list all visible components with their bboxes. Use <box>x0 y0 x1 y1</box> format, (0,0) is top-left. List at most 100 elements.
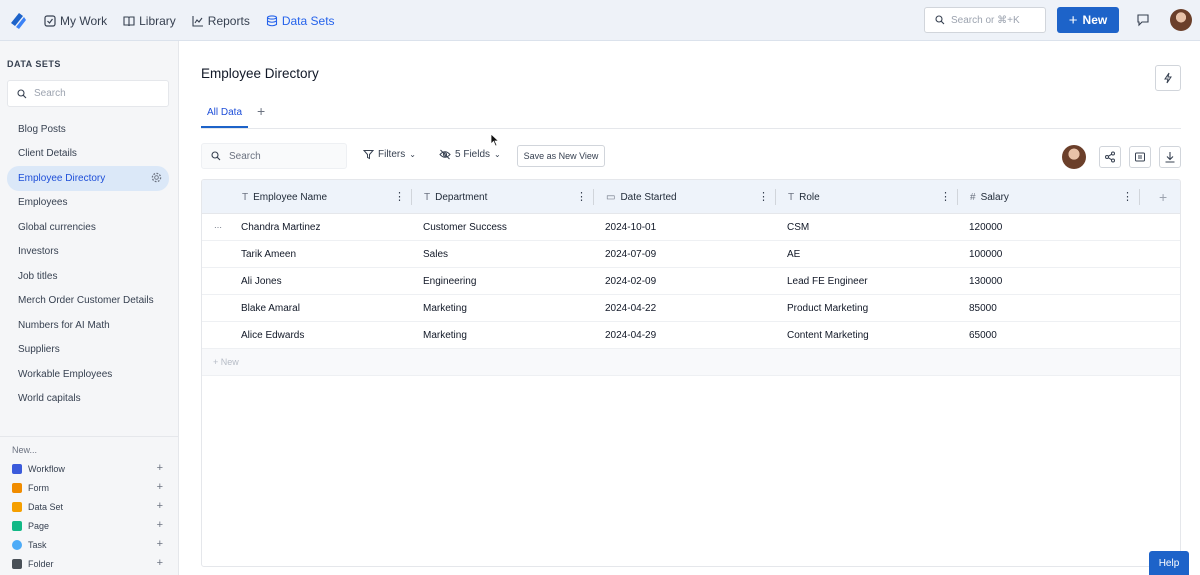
gear-icon[interactable] <box>151 172 162 183</box>
cell-salary[interactable]: 65000 <box>969 322 997 349</box>
sidebar-item-employees[interactable]: Employees <box>7 191 169 216</box>
plus-icon[interactable]: + <box>157 519 163 531</box>
sidebar-item-employee-directory[interactable]: Employee Directory <box>7 166 169 191</box>
cell-role[interactable]: CSM <box>787 214 809 241</box>
sidebar-divider <box>0 436 179 437</box>
cell-role[interactable]: Content Marketing <box>787 322 869 349</box>
cell-salary[interactable]: 120000 <box>969 214 1002 241</box>
cell-employee-name[interactable]: Ali Jones <box>241 268 282 295</box>
sidebar-item-label: Employee Directory <box>18 172 106 184</box>
column-header-date-started[interactable]: ▭ Date Started <box>606 180 677 214</box>
plus-icon[interactable]: + <box>157 481 163 493</box>
add-tab-icon[interactable]: + <box>257 103 265 119</box>
row-expand-icon[interactable]: ⋯ <box>214 223 222 232</box>
cell-employee-name[interactable]: Tarik Ameen <box>241 241 296 268</box>
cell-date-started[interactable]: 2024-04-29 <box>605 322 656 349</box>
chat-icon[interactable] <box>1136 13 1150 27</box>
download-icon <box>1165 152 1175 163</box>
tab-all-data[interactable]: All Data <box>201 98 249 128</box>
column-divider[interactable] <box>775 189 776 205</box>
add-column-icon[interactable]: + <box>1159 180 1167 214</box>
sidebar-item-merch-order[interactable]: Merch Order Customer Details <box>7 289 169 314</box>
cell-date-started[interactable]: 2024-02-09 <box>605 268 656 295</box>
new-folder-item[interactable]: Folder + <box>12 554 167 573</box>
table-search-input[interactable]: Search <box>201 143 347 169</box>
global-search-input[interactable]: Search or ⌘+K <box>924 7 1046 33</box>
table-row[interactable]: Tarik Ameen Sales 2024-07-09 AE 100000 <box>202 241 1180 268</box>
column-menu-icon[interactable]: ⋮ <box>394 190 405 203</box>
nav-my-work[interactable]: My Work <box>44 14 107 28</box>
column-menu-icon[interactable]: ⋮ <box>1122 190 1133 203</box>
new-workflow-item[interactable]: Workflow + <box>12 459 167 478</box>
help-button[interactable]: Help <box>1149 551 1189 575</box>
sidebar-item-investors[interactable]: Investors <box>7 240 169 265</box>
new-data-set-item[interactable]: Data Set + <box>12 497 167 516</box>
column-menu-icon[interactable]: ⋮ <box>576 190 587 203</box>
automation-button[interactable] <box>1155 65 1181 91</box>
column-divider[interactable] <box>957 189 958 205</box>
save-as-new-view-button[interactable]: Save as New View <box>517 145 605 167</box>
cell-salary[interactable]: 130000 <box>969 268 1002 295</box>
cell-department[interactable]: Marketing <box>423 295 467 322</box>
cell-role[interactable]: Lead FE Engineer <box>787 268 868 295</box>
column-header-role[interactable]: T Role <box>788 180 820 214</box>
search-icon <box>211 151 221 161</box>
user-avatar[interactable] <box>1170 9 1192 31</box>
sidebar-item-global-currencies[interactable]: Global currencies <box>7 215 169 240</box>
cell-employee-name[interactable]: Chandra Martinez <box>241 214 320 241</box>
sidebar-item-client-details[interactable]: Client Details <box>7 142 169 167</box>
sidebar-search-input[interactable]: Search <box>7 80 169 107</box>
table-row[interactable]: Ali Jones Engineering 2024-02-09 Lead FE… <box>202 268 1180 295</box>
cell-role[interactable]: AE <box>787 241 800 268</box>
cell-department[interactable]: Marketing <box>423 322 467 349</box>
nav-reports[interactable]: Reports <box>192 14 250 28</box>
column-divider[interactable] <box>593 189 594 205</box>
sidebar-item-workable-employees[interactable]: Workable Employees <box>7 362 169 387</box>
table-row[interactable]: Alice Edwards Marketing 2024-04-29 Conte… <box>202 322 1180 349</box>
column-header-department[interactable]: T Department <box>424 180 487 214</box>
table-row[interactable]: Blake Amaral Marketing 2024-04-22 Produc… <box>202 295 1180 322</box>
sidebar-item-job-titles[interactable]: Job titles <box>7 264 169 289</box>
sidebar-item-numbers-ai-math[interactable]: Numbers for AI Math <box>7 313 169 338</box>
column-menu-icon[interactable]: ⋮ <box>758 190 769 203</box>
column-divider[interactable] <box>411 189 412 205</box>
new-page-item[interactable]: Page + <box>12 516 167 535</box>
page-icon <box>12 520 22 531</box>
plus-icon[interactable]: + <box>157 557 163 569</box>
sidebar-item-suppliers[interactable]: Suppliers <box>7 338 169 363</box>
new-task-item[interactable]: Task + <box>12 535 167 554</box>
cell-date-started[interactable]: 2024-07-09 <box>605 241 656 268</box>
sidebar-item-blog-posts[interactable]: Blog Posts <box>7 117 169 142</box>
cell-date-started[interactable]: 2024-04-22 <box>605 295 656 322</box>
new-form-item[interactable]: Form + <box>12 478 167 497</box>
plus-icon[interactable]: + <box>157 538 163 550</box>
download-button[interactable] <box>1159 146 1181 168</box>
column-divider[interactable] <box>1139 189 1140 205</box>
add-row-button[interactable]: + New <box>202 349 1180 376</box>
new-button[interactable]: + New <box>1057 7 1119 33</box>
app-logo-icon[interactable] <box>7 9 29 31</box>
cell-department[interactable]: Customer Success <box>423 214 507 241</box>
nav-data-sets[interactable]: Data Sets <box>266 14 335 28</box>
share-button[interactable] <box>1099 146 1121 168</box>
cell-salary[interactable]: 100000 <box>969 241 1002 268</box>
cell-department[interactable]: Sales <box>423 241 448 268</box>
plus-icon[interactable]: + <box>157 462 163 474</box>
cell-department[interactable]: Engineering <box>423 268 476 295</box>
sidebar-item-world-capitals[interactable]: World capitals <box>7 387 169 412</box>
filters-button[interactable]: Filters ⌄ <box>363 149 416 160</box>
table-row[interactable]: ⋯ Chandra Martinez Customer Success 2024… <box>202 214 1180 241</box>
cell-role[interactable]: Product Marketing <box>787 295 868 322</box>
column-header-employee-name[interactable]: T Employee Name <box>242 180 327 214</box>
cell-date-started[interactable]: 2024-10-01 <box>605 214 656 241</box>
collaborator-avatar[interactable] <box>1062 145 1086 169</box>
plus-icon[interactable]: + <box>157 500 163 512</box>
nav-library[interactable]: Library <box>123 14 176 28</box>
fields-button[interactable]: 5 Fields ⌄ <box>439 149 501 160</box>
sync-button[interactable] <box>1129 146 1151 168</box>
cell-employee-name[interactable]: Alice Edwards <box>241 322 304 349</box>
cell-salary[interactable]: 85000 <box>969 295 997 322</box>
cell-employee-name[interactable]: Blake Amaral <box>241 295 300 322</box>
column-menu-icon[interactable]: ⋮ <box>940 190 951 203</box>
column-header-salary[interactable]: # Salary <box>970 180 1009 214</box>
